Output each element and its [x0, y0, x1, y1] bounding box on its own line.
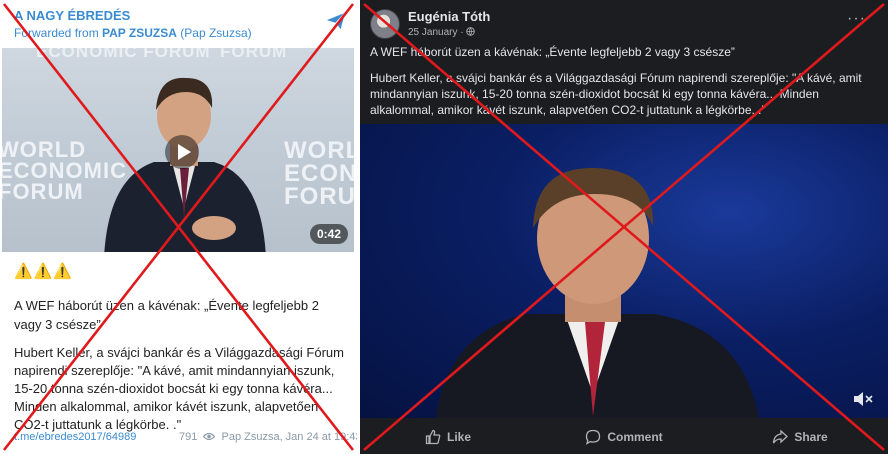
speaker-figure [435, 167, 759, 418]
share-icon [773, 429, 789, 444]
video-player[interactable]: ECONOMIC FORUM FORUM WORLD ECONOMIC FORU… [2, 48, 354, 252]
post-link[interactable]: t.me/ebredes2017/64989 [14, 431, 136, 443]
post-title: A WEF háborút üzen a kávénak: „Évente le… [370, 45, 735, 59]
action-bar: Like Comment Share [360, 420, 888, 454]
globe-icon [466, 27, 476, 36]
view-count: 791 [179, 431, 198, 443]
like-label: Like [446, 430, 471, 444]
telegram-header: A NAGY ÉBREDÉS Forwarded from PAP ZSUZSA… [14, 8, 349, 40]
post-title: A WEF háborút üzen a kávénak: „Évente le… [14, 298, 319, 332]
author-name[interactable]: Eugénia Tóth [408, 9, 490, 24]
forwarded-prefix: Forwarded from [14, 26, 103, 40]
author-date: Pap Zsuzsa, Jan 24 at 19:43 [221, 431, 357, 443]
share-icon[interactable] [325, 10, 347, 32]
share-label: Share [794, 430, 828, 444]
post-footer: t.me/ebredes2017/64989 791 Pap Zsuzsa, J… [14, 431, 357, 443]
comment-button[interactable]: Comment [536, 420, 712, 454]
facebook-post: Eugénia Tóth 25 January · ··· A WEF hábo… [360, 0, 888, 454]
forwarded-from[interactable]: Forwarded from PAP ZSUZSA (Pap Zsuzsa) [14, 26, 349, 40]
avatar[interactable] [370, 9, 400, 39]
play-icon[interactable] [164, 134, 200, 170]
forwarded-source[interactable]: PAP ZSUZSA [102, 26, 177, 40]
comment-icon [586, 429, 601, 445]
post-body: Hubert Keller, a svájci bankár és a Vilá… [14, 345, 344, 432]
telegram-post: A NAGY ÉBREDÉS Forwarded from PAP ZSUZSA… [0, 0, 357, 454]
eye-icon [203, 432, 216, 441]
like-icon [425, 429, 441, 445]
video-bg-text: WORLD ECONOMIC FORUM [284, 137, 354, 210]
video-player[interactable] [360, 124, 888, 418]
post-body: Hubert Keller, a svájci bankár és a Vilá… [370, 71, 862, 117]
warning-emojis: ⚠️⚠️⚠️ [14, 263, 74, 280]
share-button[interactable]: Share [712, 420, 888, 454]
video-bg-text: WORLD ECONOMIC FORUM [2, 137, 127, 204]
post-meta: 791 Pap Zsuzsa, Jan 24 at 19:43 [179, 431, 357, 443]
more-options-icon[interactable]: ··· [847, 11, 866, 27]
video-duration: 0:42 [309, 224, 348, 244]
comment-label: Comment [607, 430, 663, 444]
forwarded-source-sub: (Pap Zsuzsa) [176, 26, 252, 40]
post-date-text: 25 January · [408, 27, 467, 38]
mute-icon[interactable] [852, 390, 874, 408]
post-date[interactable]: 25 January · [408, 27, 476, 38]
like-button[interactable]: Like [360, 420, 536, 454]
channel-name[interactable]: A NAGY ÉBREDÉS [14, 8, 349, 23]
